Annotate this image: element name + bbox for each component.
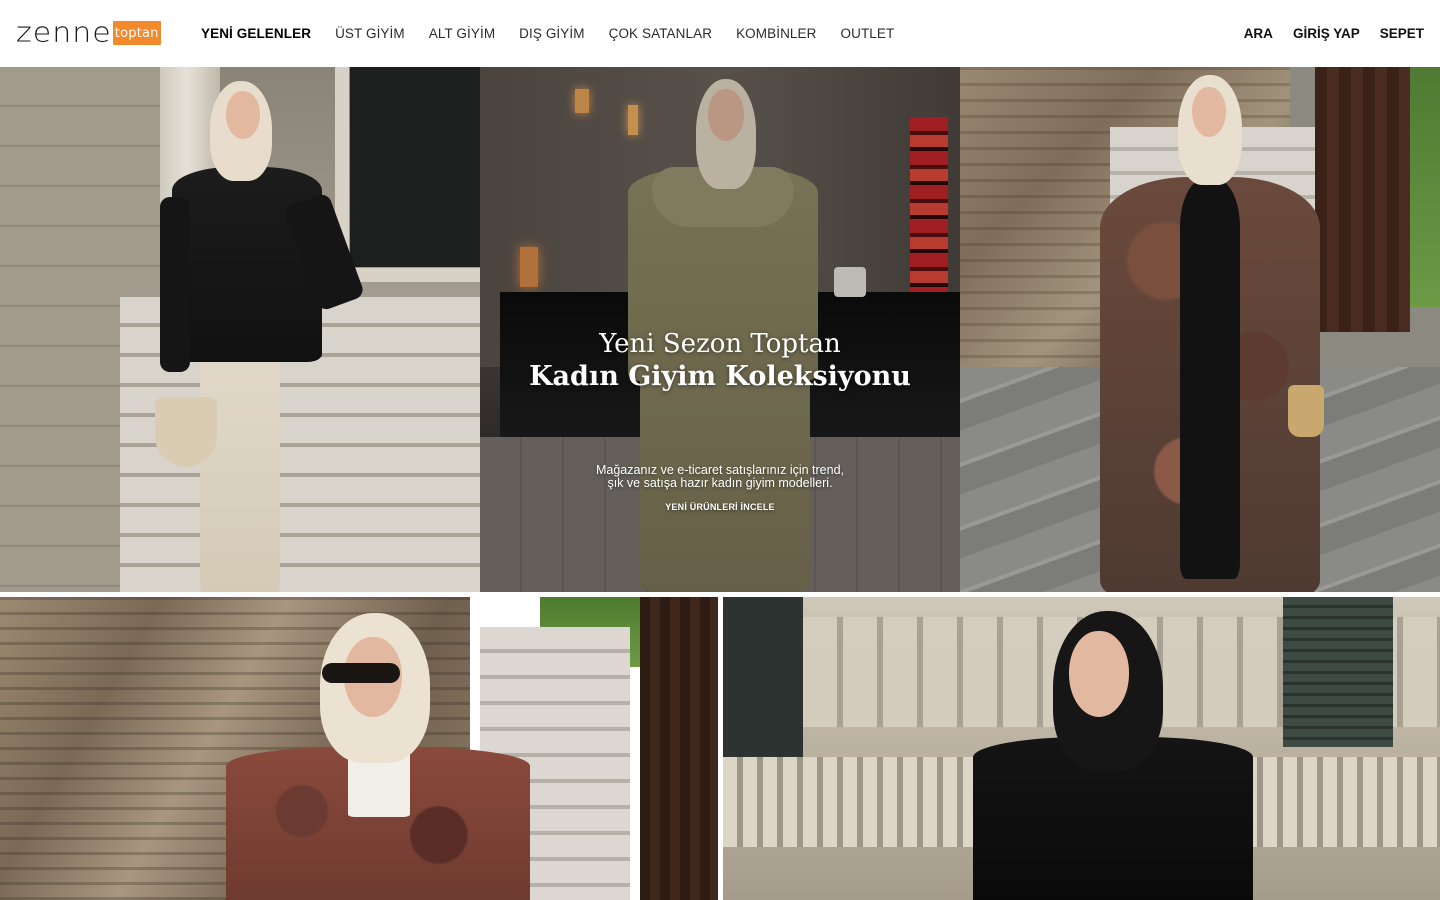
hero-image-left [0, 67, 480, 592]
brand-logo[interactable]: zenne toptan [16, 19, 161, 47]
site-header: zenne toptan YENİ GELENLER ÜST GİYİM ALT… [0, 0, 1440, 67]
hero-cta-link[interactable]: YENİ ÜRÜNLERİ İNCELE [480, 502, 960, 512]
utility-nav: ARA GİRİŞ YAP SEPET [1224, 0, 1424, 67]
nav-item-cok-satanlar[interactable]: ÇOK SATANLAR [609, 26, 712, 41]
nav-item-alt-giyim[interactable]: ALT GİYİM [429, 26, 495, 41]
hero-image-right [960, 67, 1440, 592]
hero-image-center [480, 67, 960, 592]
logo-badge: toptan [112, 21, 161, 45]
main-nav: YENİ GELENLER ÜST GİYİM ALT GİYİM DIŞ Gİ… [201, 0, 918, 67]
nav-item-ust-giyim[interactable]: ÜST GİYİM [335, 26, 405, 41]
nav-item-dis-giyim[interactable]: DIŞ GİYİM [519, 26, 584, 41]
hero-banner[interactable]: Yeni Sezon Toptan Kadın Giyim Koleksiyon… [0, 67, 1440, 592]
nav-item-kombinler[interactable]: KOMBİNLER [736, 26, 816, 41]
login-link[interactable]: GİRİŞ YAP [1293, 26, 1360, 41]
logo-wordmark: zenne [16, 16, 112, 49]
promo-image-right[interactable] [723, 597, 1440, 900]
nav-item-outlet[interactable]: OUTLET [841, 26, 895, 41]
promo-image-left[interactable] [0, 597, 718, 900]
nav-item-yeni-gelenler[interactable]: YENİ GELENLER [201, 26, 311, 41]
search-link[interactable]: ARA [1244, 26, 1273, 41]
product-grid [0, 597, 1440, 900]
cart-link[interactable]: SEPET [1380, 26, 1424, 41]
